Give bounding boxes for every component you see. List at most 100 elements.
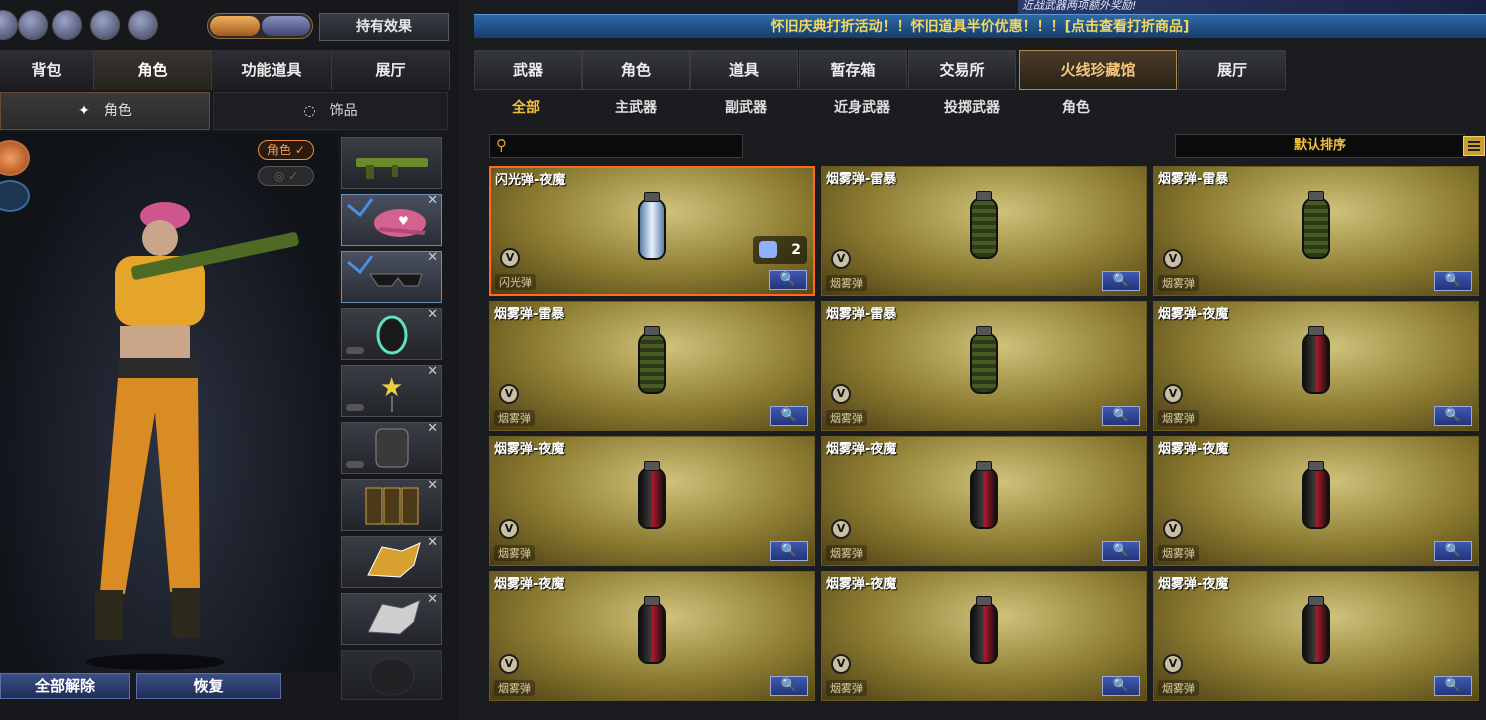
item-card[interactable]: 烟雾弹-雷暴 V 烟雾弹 🔍 — [1153, 166, 1479, 296]
tab-items[interactable]: 道具 — [690, 50, 798, 90]
item-card[interactable]: 烟雾弹-雷暴 V 烟雾弹 🔍 — [821, 301, 1147, 431]
zoom-button[interactable]: 🔍 — [770, 541, 808, 561]
item-card[interactable]: 烟雾弹-夜魔 V 烟雾弹 🔍 — [821, 436, 1147, 566]
promo-strip[interactable]: 近战武器两项额外奖励! — [1018, 0, 1486, 14]
refresh-icon[interactable] — [52, 10, 82, 40]
zoom-button[interactable]: 🔍 — [1102, 271, 1140, 291]
category-melee[interactable]: 近身武器 — [822, 96, 902, 120]
zoom-button[interactable]: 🔍 — [1102, 676, 1140, 696]
slot-silver-wolf[interactable]: ✕ — [341, 592, 442, 645]
subtab-accessory-label: 饰品 — [329, 103, 358, 119]
view-toggle[interactable] — [207, 13, 313, 39]
close-icon[interactable]: ✕ — [427, 250, 438, 265]
tab-showroom[interactable]: 展厅 — [332, 50, 450, 90]
character-preview[interactable]: 角色 ✓ ◎ ✓ — [0, 132, 338, 672]
item-card[interactable]: 烟雾弹-夜魔 V 烟雾弹 🔍 — [1153, 436, 1479, 566]
stats-icon[interactable] — [18, 10, 48, 40]
category-primary[interactable]: 主武器 — [604, 96, 668, 120]
item-type: 烟雾弹 — [494, 410, 535, 426]
tab-backpack[interactable]: 背包 — [0, 50, 94, 90]
hide-toggle[interactable]: ◎ ✓ — [258, 166, 314, 186]
character-tag[interactable]: 角色 ✓ — [258, 140, 314, 160]
menu-icon[interactable] — [1463, 136, 1485, 156]
toggle-switch[interactable] — [346, 461, 364, 468]
close-icon[interactable]: ✕ — [427, 592, 438, 607]
v-badge-icon: V — [499, 654, 519, 674]
rifle-icon — [356, 158, 428, 179]
search-input[interactable]: ⚲ — [489, 134, 743, 158]
item-card[interactable]: 烟雾弹-夜魔 V 烟雾弹 🔍 — [821, 571, 1147, 701]
toggle-switch[interactable] — [346, 347, 364, 354]
face-icon[interactable] — [210, 16, 260, 36]
zoom-button[interactable]: 🔍 — [1434, 676, 1472, 696]
zoom-button[interactable]: 🔍 — [1434, 541, 1472, 561]
item-card[interactable]: 烟雾弹-雷暴 V 烟雾弹 🔍 — [821, 166, 1147, 296]
unequip-all-button[interactable]: 全部解除 — [0, 673, 130, 699]
slot-ammo-pouch[interactable]: ✕ — [341, 478, 442, 531]
tab-character[interactable]: 角色 — [94, 50, 212, 90]
ring-icon: ◌ — [303, 103, 316, 119]
item-card[interactable]: 烟雾弹-雷暴 V 烟雾弹 🔍 — [489, 301, 815, 431]
tab-showroom[interactable]: 展厅 — [1178, 50, 1286, 90]
close-icon[interactable]: ✕ — [427, 421, 438, 436]
slot-headset[interactable]: ✕ — [341, 307, 442, 360]
item-card[interactable]: 烟雾弹-夜魔 V 烟雾弹 🔍 — [1153, 571, 1479, 701]
avatar-icon[interactable] — [0, 10, 18, 40]
wing-outline-icon[interactable] — [0, 180, 30, 212]
item-card[interactable]: 烟雾弹-夜魔 V 烟雾弹 🔍 — [489, 571, 815, 701]
tab-collection[interactable]: 火线珍藏馆 — [1019, 50, 1177, 90]
item-name: 烟雾弹-夜魔 — [494, 442, 565, 457]
slot-star-pendant[interactable]: ✕ ★ — [341, 364, 442, 417]
item-card[interactable]: 烟雾弹-夜魔 V 烟雾弹 🔍 — [1153, 301, 1479, 431]
tab-exchange[interactable]: 交易所 — [908, 50, 1016, 90]
slot-rifle[interactable] — [341, 137, 442, 189]
zoom-button[interactable]: 🔍 — [1434, 271, 1472, 291]
zoom-button[interactable]: 🔍 — [770, 406, 808, 426]
grenade-icon — [638, 192, 666, 260]
shield-icon[interactable] — [262, 16, 310, 36]
item-name: 烟雾弹-雷暴 — [494, 307, 565, 322]
tab-storage[interactable]: 暂存箱 — [799, 50, 907, 90]
toggle-switch[interactable] — [346, 404, 364, 411]
zoom-button[interactable]: 🔍 — [1102, 541, 1140, 561]
category-secondary[interactable]: 副武器 — [714, 96, 778, 120]
close-icon[interactable]: ✕ — [427, 364, 438, 379]
item-card[interactable]: 烟雾弹-夜魔 V 烟雾弹 🔍 — [489, 436, 815, 566]
wing-emblem-icon[interactable] — [0, 140, 30, 176]
tab-weapons[interactable]: 武器 — [474, 50, 582, 90]
close-icon[interactable]: ✕ — [427, 193, 438, 208]
zoom-button[interactable]: 🔍 — [770, 676, 808, 696]
effects-button[interactable]: 持有效果 — [319, 13, 449, 41]
zoom-button[interactable]: 🔍 — [769, 270, 807, 290]
category-all[interactable]: 全部 — [496, 96, 556, 120]
v-badge-icon: V — [1163, 519, 1183, 539]
sale-banner[interactable]: 怀旧庆典打折活动！！怀旧道具半价优惠！！！[点击查看打折商品] — [474, 14, 1486, 38]
slot-golden-wolf[interactable]: ✕ — [341, 535, 442, 588]
close-icon[interactable]: ✕ — [427, 535, 438, 550]
tab-character[interactable]: 角色 — [582, 50, 690, 90]
v-badge-icon: V — [831, 654, 851, 674]
tab-function-items[interactable]: 功能道具 — [212, 50, 332, 90]
restore-button[interactable]: 恢复 — [136, 673, 281, 699]
category-throwing[interactable]: 投掷武器 — [932, 96, 1012, 120]
slot-cap[interactable]: ✕ ♥ — [341, 193, 442, 246]
subtab-character-label: 角色 — [103, 103, 132, 119]
slot-empty[interactable] — [341, 650, 442, 700]
v-badge-icon: V — [831, 249, 851, 269]
zoom-button[interactable]: 🔍 — [1102, 406, 1140, 426]
close-icon[interactable]: ✕ — [427, 307, 438, 322]
slot-backpack[interactable]: ✕ — [341, 421, 442, 474]
category-character[interactable]: 角色 — [1048, 96, 1104, 120]
subtab-accessory[interactable]: ◌ 饰品 — [213, 92, 448, 130]
zoom-button[interactable]: 🔍 — [1434, 406, 1472, 426]
badge-icon[interactable] — [90, 10, 120, 40]
bag-icon[interactable] — [128, 10, 158, 40]
sort-dropdown[interactable]: 默认排序 — [1175, 134, 1465, 158]
item-name: 烟雾弹-夜魔 — [826, 442, 897, 457]
item-card[interactable]: 闪光弹-夜魔 V 闪光弹 2 🔍 — [489, 166, 815, 296]
subtab-character[interactable]: ✦ 角色 — [0, 92, 210, 130]
v-badge-icon: V — [499, 384, 519, 404]
item-name: 烟雾弹-夜魔 — [1158, 307, 1229, 322]
slot-sunglasses[interactable]: ✕ — [341, 250, 442, 303]
close-icon[interactable]: ✕ — [427, 478, 438, 493]
